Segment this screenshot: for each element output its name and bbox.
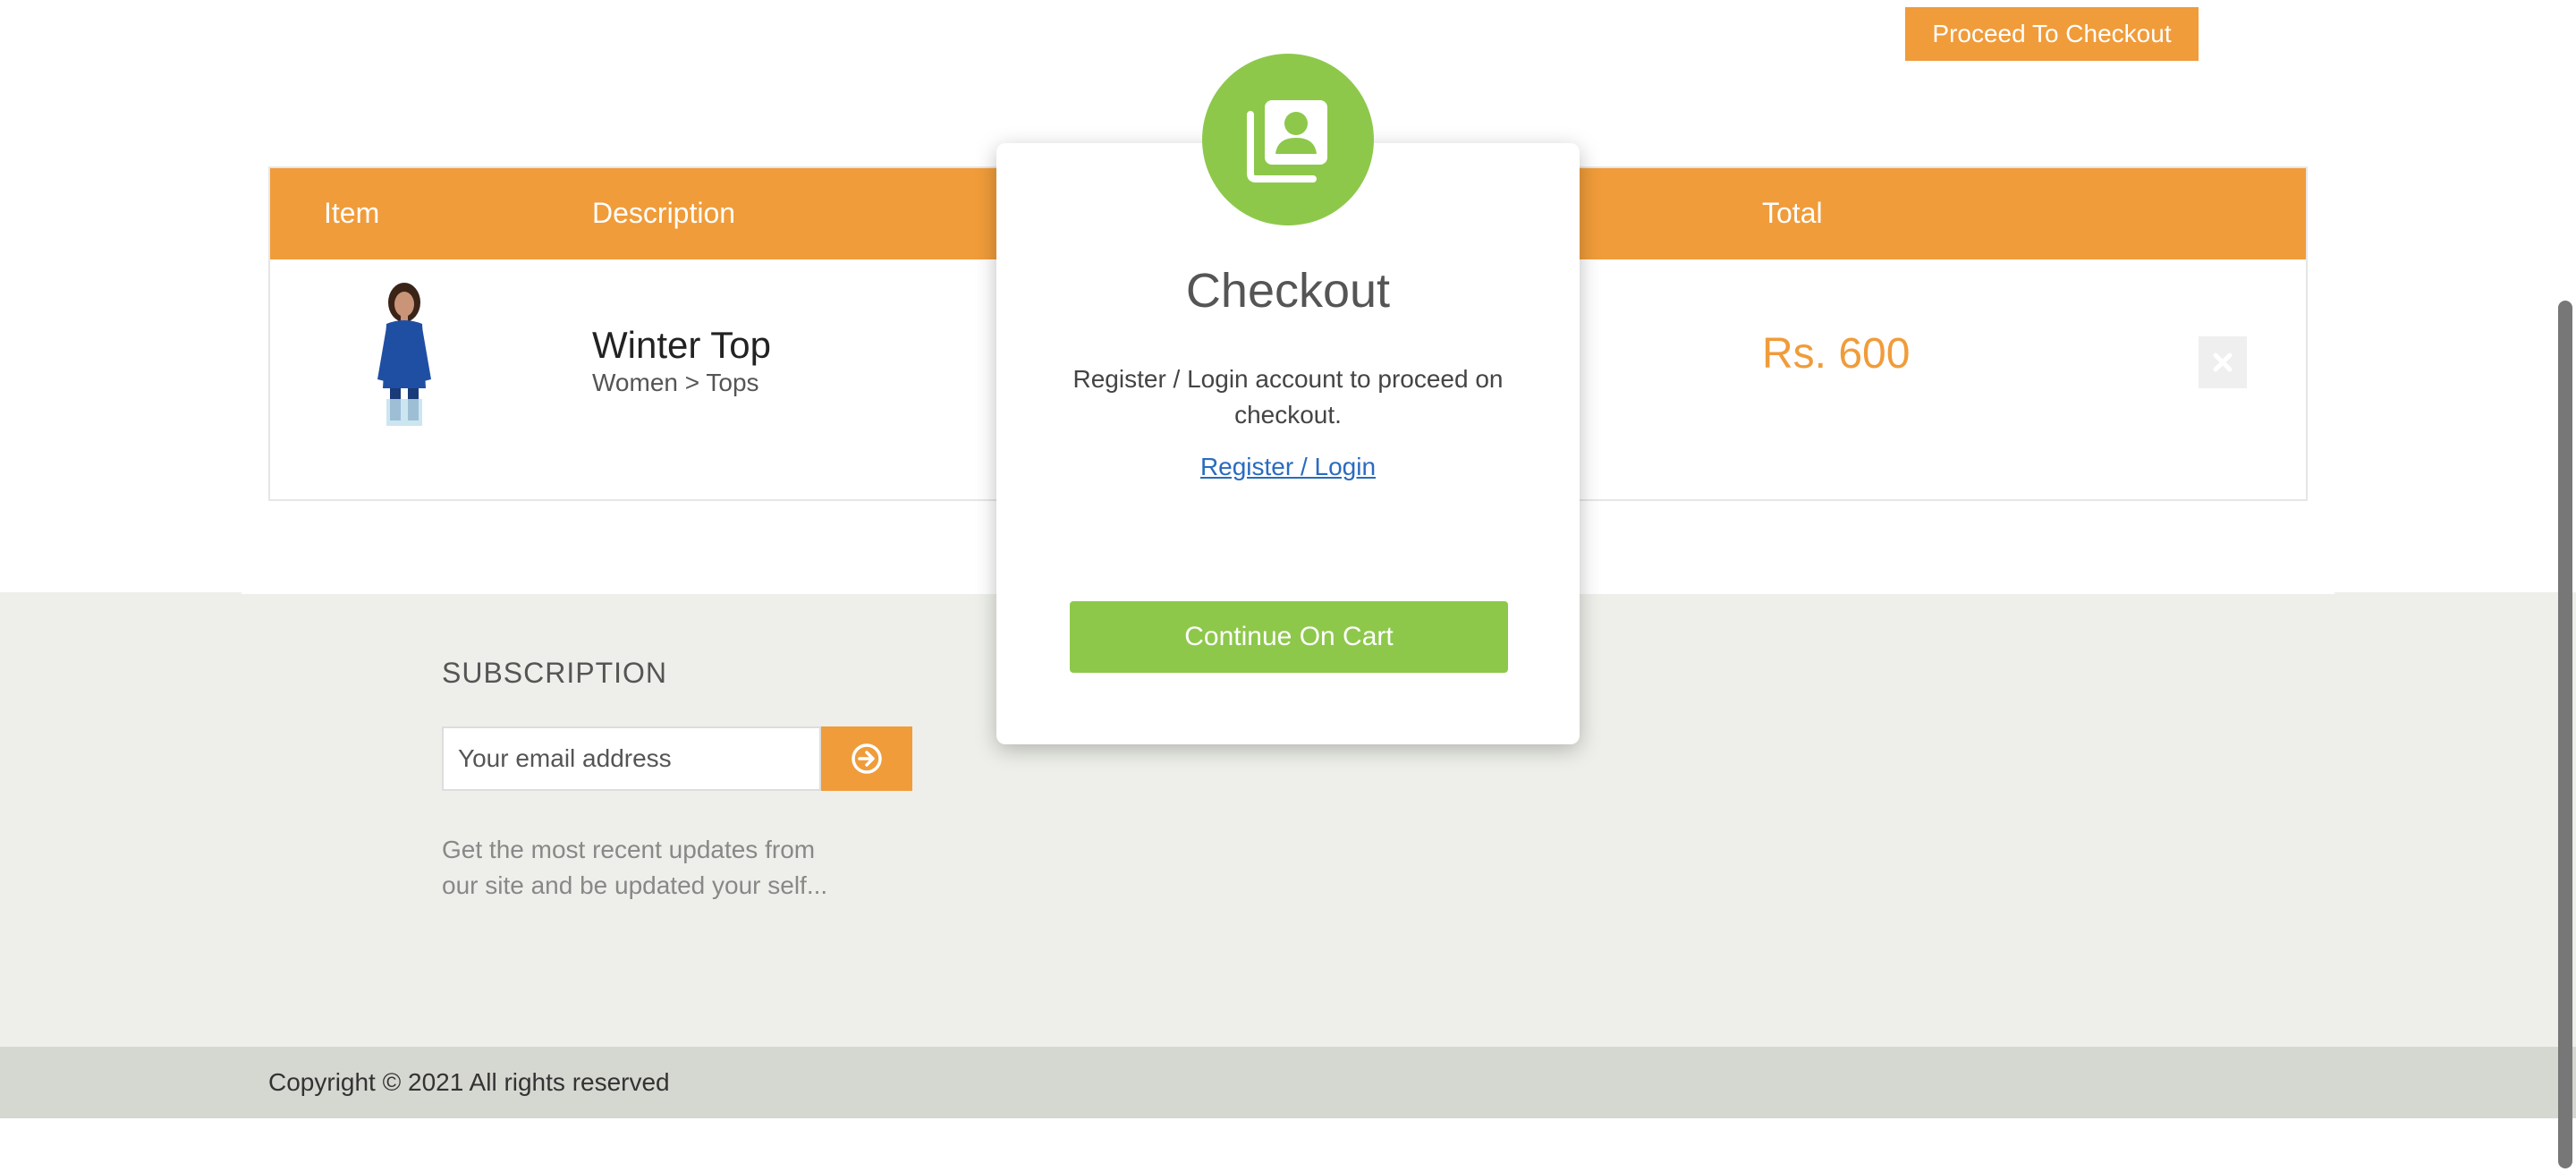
copyright-bar: Copyright © 2021 All rights reserved [0,1047,2576,1118]
subscription-title: SUBSCRIPTION [442,657,668,689]
modal-title: Checkout [1185,264,1391,318]
product-total: Rs. 600 [1762,330,1911,378]
subscription-description: Get the most recent updates from our sit… [442,836,828,899]
product-name[interactable]: Winter Top [592,324,771,367]
email-input[interactable] [442,726,821,791]
column-header-description: Description [592,197,736,229]
product-image[interactable] [360,281,449,429]
register-login-link-wrap: Register / Login [996,453,1580,481]
modal-header-icon [1202,54,1374,225]
checkout-modal: Checkout Register / Login account to pro… [996,143,1580,744]
product-category: Women > Tops [592,369,759,396]
column-header-total: Total [1762,197,1823,229]
close-icon [2213,352,2233,372]
arrow-circle-right-icon [852,743,882,774]
modal-message: Register / Login account to proceed on c… [1072,365,1504,429]
copyright-text: Copyright © 2021 All rights reserved [268,1068,670,1096]
continue-on-cart-button[interactable]: Continue On Cart [1070,601,1508,673]
column-header-item: Item [324,197,380,229]
scrollbar[interactable] [2558,301,2572,1168]
subscribe-button[interactable] [821,726,912,791]
remove-item-button[interactable] [2199,336,2247,388]
register-login-link[interactable]: Register / Login [1200,453,1376,480]
contact-book-icon [1247,100,1327,183]
proceed-to-checkout-button[interactable]: Proceed To Checkout [1905,7,2199,61]
